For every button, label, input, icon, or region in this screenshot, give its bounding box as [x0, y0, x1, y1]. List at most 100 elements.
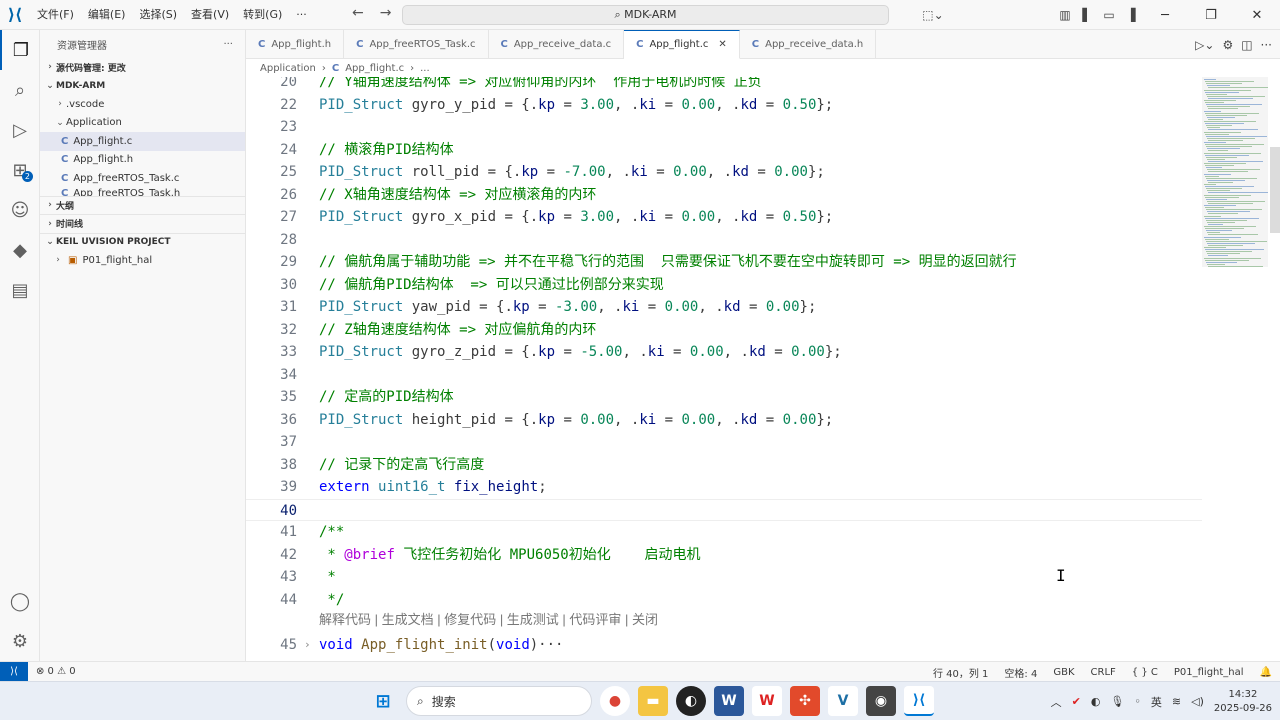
code-line[interactable]: 33 PID_Struct gyro_z_pid = {.kp = -5.00, … — [246, 341, 1202, 364]
code-line[interactable]: 34 — [246, 364, 1202, 387]
keil-project-item[interactable]: › ▣ P01_flight_hal — [40, 251, 245, 270]
back-arrow-icon[interactable]: ← — [352, 5, 364, 21]
tray-chevron-icon[interactable]: ︿ — [1051, 694, 1062, 710]
split-editor-icon[interactable]: ◫ — [1241, 38, 1252, 52]
toggle-panel-icon[interactable]: ▭ — [1098, 8, 1120, 22]
wifi-icon[interactable]: ≋ — [1172, 695, 1181, 708]
tab-app-receive-data-c[interactable]: C App_receive_data.c — [489, 30, 625, 59]
close-tab-icon[interactable]: ✕ — [718, 39, 726, 50]
language-mode[interactable]: { } C — [1124, 667, 1166, 678]
minimize-icon[interactable]: ─ — [1142, 8, 1188, 23]
run-debug-dropdown-icon[interactable]: ▷⌄ — [1195, 38, 1214, 52]
vscode-taskbar-icon[interactable]: ⟩⟨ — [904, 686, 934, 716]
cursor-position[interactable]: 行 40，列 1 — [925, 665, 996, 680]
keil-project-status[interactable]: P01_flight_hal — [1166, 667, 1252, 678]
code-line[interactable]: 36 PID_Struct height_pid = {.kp = 0.00, .… — [246, 409, 1202, 432]
ai-codelens[interactable]: 解释代码 | 生成文档 | 修复代码 | 生成测试 | 代码评审 | 关闭 — [319, 609, 658, 628]
indentation[interactable]: 空格: 4 — [996, 665, 1045, 680]
copilot-icon[interactable]: ⬚⌄ — [922, 8, 944, 22]
camera-icon[interactable]: ◉ — [866, 686, 896, 716]
copilot-chat-icon[interactable]: ☺ — [0, 190, 40, 230]
workspace-root[interactable]: ⌄ MDK-ARM — [40, 77, 245, 96]
menu-view[interactable]: 查看(V) — [184, 0, 236, 30]
word-icon[interactable]: W — [714, 686, 744, 716]
menu-file[interactable]: 文件(F) — [30, 0, 81, 30]
xmind-icon[interactable]: ✣ — [790, 686, 820, 716]
keil-icon[interactable]: ◆ — [0, 230, 40, 270]
notifications-icon[interactable]: 🔔 — [1252, 667, 1280, 678]
file-partial[interactable]: C App_freeRTOS_Task.h — [40, 188, 245, 196]
code-line[interactable]: 45 void App_flight_init(void)··· › — [246, 634, 1202, 657]
account-icon[interactable]: ◯ — [0, 581, 40, 621]
keil-project-section[interactable]: ⌄ KEIL UVISION PROJECT — [40, 232, 245, 252]
settings-gear-icon[interactable]: ⚙ — [0, 621, 40, 661]
timeline-section[interactable]: › 时间线 — [40, 214, 245, 233]
windows-start-icon[interactable]: ⊞ — [368, 686, 398, 716]
tray-app-icon[interactable]: ✔ — [1072, 695, 1081, 708]
code-line[interactable]: 30 // 偏航角PID结构体 => 可以只通过比例部分来实现 — [246, 274, 1202, 297]
vue-app-icon[interactable]: V — [828, 686, 858, 716]
encoding[interactable]: GBK — [1045, 667, 1082, 678]
file-app-flight-c[interactable]: C App_flight.c — [40, 132, 245, 151]
code-line[interactable]: 38 // 记录下的定高飞行高度 — [246, 454, 1202, 477]
breadcrumb-file[interactable]: App_flight.c — [345, 63, 404, 74]
search-icon[interactable]: ⌕ — [0, 70, 40, 110]
end-of-line[interactable]: CRLF — [1083, 667, 1124, 678]
code-line[interactable]: 31 PID_Struct yaw_pid = {.kp = -3.00, .ki… — [246, 296, 1202, 319]
forward-arrow-icon[interactable]: → — [380, 5, 392, 21]
code-line[interactable]: 35 // 定高的PID结构体 — [246, 386, 1202, 409]
folder-vscode[interactable]: › .vscode — [40, 95, 245, 114]
remote-icon[interactable]: ⟩⟨ — [0, 661, 28, 682]
scm-section[interactable]: › 源代码管理: 更改 — [40, 58, 245, 77]
code-line[interactable]: 23 — [246, 116, 1202, 139]
toggle-sidebar-icon[interactable]: ▌ — [1076, 8, 1098, 22]
file-explorer-icon[interactable]: ▬ — [638, 686, 668, 716]
taskbar-search[interactable]: ⌕ 搜索 — [406, 686, 592, 716]
code-line[interactable]: 25 PID_Struct roll_pid = {.kp = -7.00, .k… — [246, 161, 1202, 184]
code-line[interactable]: 44 */ — [246, 589, 1202, 612]
explorer-more-icon[interactable]: ··· — [223, 39, 233, 50]
code-editor[interactable]: 解释代码 | 生成文档 | 修复代码 | 生成测试 | 代码评审 | 关闭 I … — [246, 77, 1202, 661]
outline-section[interactable]: › 大纲 — [40, 195, 245, 215]
menu-edit[interactable]: 编辑(E) — [81, 0, 133, 30]
code-line[interactable]: 24 // 横滚角PID结构体 — [246, 139, 1202, 162]
chrome-icon[interactable]: ● — [600, 686, 630, 716]
code-line[interactable]: 27 PID_Struct gyro_x_pid = {.kp = 3.00, .… — [246, 206, 1202, 229]
file-app-freertos-task-c[interactable]: C App_freeRTOS_Task.c — [40, 169, 245, 188]
clock[interactable]: 14:32 2025-09-26 — [1214, 688, 1272, 716]
explorer-icon[interactable]: ❐ — [0, 30, 40, 70]
app-icon[interactable]: ◐ — [676, 686, 706, 716]
run-debug-icon[interactable]: ▷ — [0, 110, 40, 150]
layout-custom-icon[interactable]: ▥ — [1054, 8, 1076, 22]
vertical-scrollbar[interactable] — [1270, 147, 1280, 233]
close-window-icon[interactable]: ✕ — [1234, 8, 1280, 23]
breadcrumb-symbol[interactable]: ... — [420, 63, 430, 74]
input-method-icon[interactable]: 英 — [1151, 694, 1162, 710]
fold-chevron-icon[interactable]: › — [304, 634, 311, 657]
breadcrumb-folder[interactable]: Application — [260, 63, 316, 74]
code-line[interactable]: 40 — [246, 498, 1202, 521]
restore-icon[interactable]: ❐ — [1188, 8, 1234, 23]
code-line[interactable]: 42 * @brief 飞控任务初始化 MPU6050初始化 启动电机 — [246, 544, 1202, 567]
command-center-search[interactable]: ⌕ MDK-ARM — [402, 5, 889, 25]
code-line[interactable]: 26 // X轴角速度结构体 => 对应横滚角的内环 — [246, 184, 1202, 207]
code-line[interactable]: 41 /** — [246, 521, 1202, 544]
menu-more[interactable]: ··· — [289, 0, 314, 30]
extensions-icon[interactable]: ⊞ 2 — [0, 150, 40, 190]
code-line[interactable]: 43 * — [246, 566, 1202, 589]
microphone-icon[interactable]: 🎙 — [1110, 695, 1124, 708]
code-line[interactable]: 29 // 偏航角属于辅助功能 => 并不在平稳飞行的范围 只需要保证飞机不要在空… — [246, 251, 1202, 274]
tab-app-flight-c[interactable]: C App_flight.c ✕ — [624, 30, 740, 59]
code-line[interactable]: 37 — [246, 431, 1202, 454]
menu-go[interactable]: 转到(G) — [236, 0, 289, 30]
wps-icon[interactable]: W — [752, 686, 782, 716]
tray-app2-icon[interactable]: ◐ — [1091, 695, 1101, 708]
code-line[interactable]: 32 // Z轴角速度结构体 => 对应偏航角的内环 — [246, 319, 1202, 342]
tab-app-freertos-task-c[interactable]: C App_freeRTOS_Task.c — [344, 30, 489, 59]
problems-count[interactable]: ⊗ 0 ⚠ 0 — [28, 666, 84, 677]
toggle-secondary-sidebar-icon[interactable]: ▐ — [1120, 8, 1142, 22]
file-app-flight-h[interactable]: C App_flight.h — [40, 151, 245, 170]
code-line[interactable]: 28 — [246, 229, 1202, 252]
settings-gear-icon[interactable]: ⚙ — [1222, 38, 1233, 52]
tab-app-flight-h[interactable]: C App_flight.h — [246, 30, 345, 59]
